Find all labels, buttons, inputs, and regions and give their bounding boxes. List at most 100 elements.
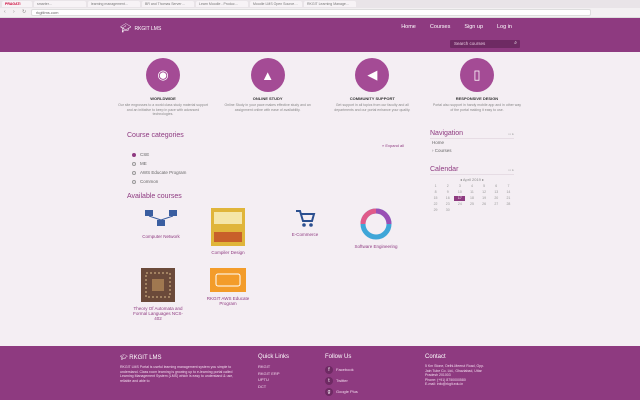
- browser-tab[interactable]: BR and Thomas Server…: [142, 1, 194, 7]
- bullet-icon: [132, 170, 136, 175]
- calendar-day[interactable]: 9: [442, 190, 453, 195]
- navigation-title: Navigation: [430, 130, 464, 137]
- calendar-day[interactable]: 22: [430, 202, 441, 207]
- calendar-day[interactable]: 24: [454, 202, 465, 207]
- social-twitter[interactable]: t Twitter: [325, 375, 405, 386]
- browser-tab[interactable]: smarter…: [34, 1, 86, 7]
- calendar-day[interactable]: 17: [454, 196, 466, 201]
- site-logo[interactable]: 🎓︎ RKGIT LMS: [120, 23, 161, 34]
- calendar-day[interactable]: 13: [491, 190, 502, 195]
- category-item[interactable]: AWS Educate Program: [132, 168, 412, 177]
- course-card[interactable]: Computer Network: [136, 208, 186, 239]
- footer-about: 🎓︎ RKGIT LMS RKGIT LMS Portal is useful …: [120, 354, 240, 383]
- course-title[interactable]: E-Commerce: [280, 232, 330, 237]
- footer-contact: Contact 5 Km Stone, Delhi-Meerut Road, O…: [425, 354, 525, 387]
- software-cycle-icon: [360, 208, 392, 240]
- calendar-day[interactable]: 15: [430, 196, 441, 201]
- graduation-cap-icon: 🎓︎: [120, 23, 132, 33]
- calendar-day[interactable]: 10: [454, 190, 465, 195]
- book-cover-icon: [211, 208, 245, 246]
- block-controls-icon[interactable]: ▭ ▸: [508, 168, 514, 172]
- block-controls-icon[interactable]: ▭ ▸: [508, 132, 514, 136]
- feature-text: Online Study in your pace makes effectiv…: [224, 103, 311, 112]
- nav-sign-up[interactable]: Sign up: [464, 24, 483, 30]
- url-field[interactable]: rkgitlms.com: [31, 9, 591, 16]
- calendar-day[interactable]: 23: [442, 202, 453, 207]
- nav-log-in[interactable]: Log in: [497, 24, 512, 30]
- browser-tab[interactable]: Moodle LMS Open Source…: [250, 1, 302, 7]
- calendar-day[interactable]: 25: [466, 202, 477, 207]
- category-label: ME: [140, 161, 147, 166]
- reload-icon[interactable]: ↻: [22, 10, 27, 15]
- social-facebook[interactable]: f Facebook: [325, 364, 405, 375]
- nav-home[interactable]: Home: [401, 24, 416, 30]
- course-card[interactable]: Theory Of Automata and Formal Languages …: [133, 268, 183, 321]
- category-list: CSE ME AWS Educate Program Common: [132, 150, 412, 186]
- social-google-plus[interactable]: g Google Plus: [325, 386, 405, 397]
- calendar-day[interactable]: 7: [503, 184, 514, 189]
- course-card[interactable]: Compiler Design: [203, 208, 253, 255]
- categories-title: Course categories: [127, 132, 184, 139]
- calendar-day[interactable]: 26: [479, 202, 490, 207]
- category-item[interactable]: CSE: [132, 150, 412, 159]
- expand-all-link[interactable]: » Expand all: [382, 143, 404, 148]
- course-card[interactable]: RKGIT AWS Educate Program: [203, 268, 253, 306]
- quick-link[interactable]: DCT: [258, 384, 313, 391]
- nav-link-courses[interactable]: › Courses: [430, 147, 514, 155]
- course-title[interactable]: Compiler Design: [203, 250, 253, 255]
- search-input[interactable]: Search courses ⌕: [450, 40, 520, 48]
- calendar-day[interactable]: 28: [503, 202, 514, 207]
- contact-email[interactable]: E-mail: info@rkgit.edu.in: [425, 382, 525, 387]
- calendar-day[interactable]: 4: [466, 184, 477, 189]
- footer-about-text: RKGIT LMS Portal is useful learning mana…: [120, 365, 234, 383]
- browser-tab[interactable]: PRAGATI: [2, 1, 32, 7]
- course-card[interactable]: E-Commerce: [280, 208, 330, 237]
- calendar-day[interactable]: 29: [430, 208, 441, 213]
- category-item[interactable]: ME: [132, 159, 412, 168]
- calendar-day[interactable]: 19: [479, 196, 490, 201]
- calendar-day[interactable]: 21: [503, 196, 514, 201]
- calendar-day[interactable]: 30: [442, 208, 453, 213]
- browser-tab-bar: PRAGATI smarter… learning management… BR…: [0, 0, 640, 8]
- calendar-day[interactable]: 8: [430, 190, 441, 195]
- graduation-cap-icon: ▲: [250, 58, 285, 92]
- google-plus-icon: g: [325, 387, 333, 396]
- nav-link-home[interactable]: Home: [430, 139, 514, 147]
- course-card[interactable]: Software Engineering: [351, 208, 401, 249]
- graduation-cap-icon: 🎓︎: [120, 355, 130, 361]
- calendar-day[interactable]: 11: [466, 190, 477, 195]
- calendar-day[interactable]: 2: [442, 184, 453, 189]
- calendar-day[interactable]: 20: [491, 196, 502, 201]
- calendar-day[interactable]: 6: [491, 184, 502, 189]
- social-label: Twitter: [336, 378, 348, 383]
- category-item[interactable]: Common: [132, 177, 412, 186]
- calendar-title: Calendar: [430, 166, 459, 173]
- twitter-icon: t: [325, 376, 333, 385]
- features-row: ◉ WORLDWIDE Our site engrosses to a worl…: [118, 58, 522, 118]
- top-nav: Home Courses Sign up Log in: [401, 24, 512, 30]
- bullet-icon: [132, 179, 136, 184]
- nav-courses[interactable]: Courses: [430, 24, 450, 30]
- course-title[interactable]: Theory Of Automata and Formal Languages …: [133, 306, 183, 321]
- course-title[interactable]: Computer Network: [136, 234, 186, 239]
- calendar-day[interactable]: 5: [479, 184, 490, 189]
- calendar-block: Calendar ▭ ▸ ◂ April 2019 ▸ 1 2 3 4 5 6 7 8 9 10 1…: [430, 166, 514, 213]
- next-month-icon[interactable]: ▸: [481, 177, 484, 182]
- forward-arrow-icon[interactable]: ›: [13, 10, 18, 15]
- network-icon: [145, 210, 177, 226]
- course-title[interactable]: Software Engineering: [351, 244, 401, 249]
- calendar-day[interactable]: 14: [503, 190, 514, 195]
- browser-tab[interactable]: learning management…: [88, 1, 140, 7]
- browser-tab[interactable]: Learn Moodle - Produc…: [196, 1, 248, 7]
- calendar-day[interactable]: 18: [466, 196, 477, 201]
- calendar-day[interactable]: 1: [430, 184, 441, 189]
- calendar-day[interactable]: 27: [491, 202, 502, 207]
- calendar-day[interactable]: 12: [479, 190, 490, 195]
- calendar-month: ◂ April 2019 ▸: [430, 177, 514, 182]
- course-title[interactable]: RKGIT AWS Educate Program: [203, 296, 253, 306]
- browser-tab[interactable]: RKGIT Learning Manage…: [304, 1, 356, 7]
- back-arrow-icon[interactable]: ‹: [4, 10, 9, 15]
- calendar-day[interactable]: 16: [442, 196, 453, 201]
- search-icon[interactable]: ⌕: [514, 40, 517, 46]
- calendar-day[interactable]: 3: [454, 184, 465, 189]
